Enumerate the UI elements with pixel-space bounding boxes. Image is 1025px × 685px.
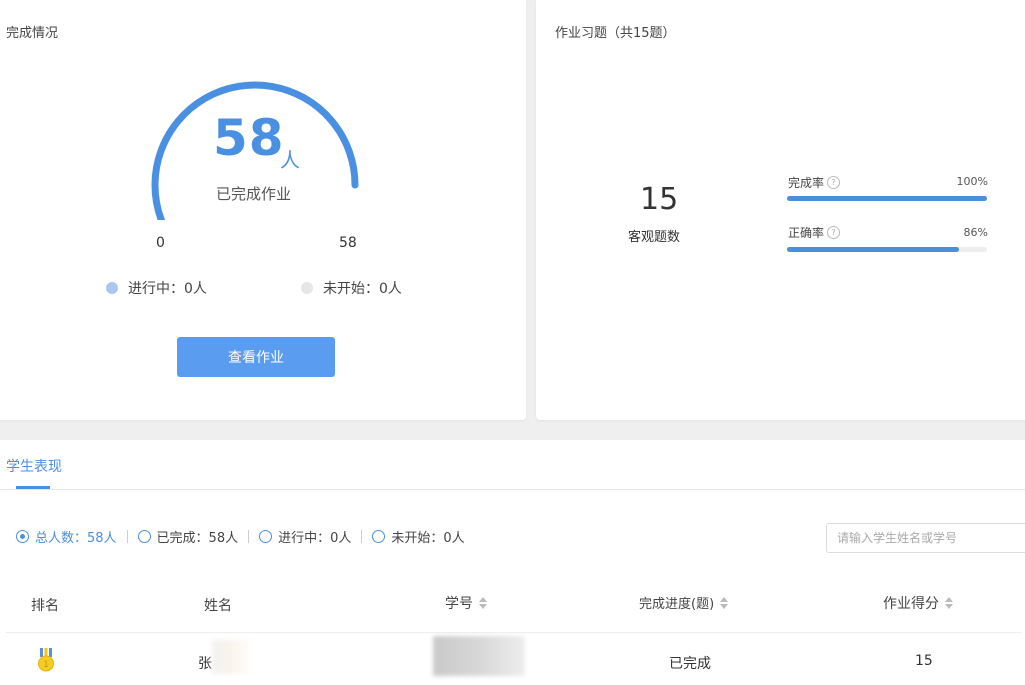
col-progress-label: 完成进度(题) [639,597,715,612]
accuracy-rate-bar-fill [787,247,959,252]
gauge-caption: 已完成作业 [216,185,292,203]
accuracy-rate-label: 正确率 [788,226,825,240]
gauge-max-label: 58 [339,235,357,251]
tab-student-performance[interactable]: 学生表现 [6,456,62,476]
completion-title: 完成情况 [6,26,59,41]
col-score-label: 作业得分 [883,596,939,612]
filter-in-progress[interactable]: 进行中：0人 [259,527,351,546]
status-filter-group: 总人数：58人 已完成：58人 进行中：0人 未开始：0人 [16,527,465,546]
radio-icon[interactable] [372,530,386,543]
accuracy-rate-label-wrap: 正确率 ? [788,224,841,241]
gold-medal-icon: 1 [38,648,54,672]
col-name-label: 姓名 [204,598,232,614]
completed-count: 58 [213,109,285,167]
completion-rate-label-wrap: 完成率 ? [788,174,841,191]
completion-rate-value: 100% [956,175,988,188]
sort-icon[interactable] [720,596,729,609]
filter-not-started[interactable]: 未开始：0人 [372,527,465,546]
completion-rate-label: 完成率 [788,176,825,190]
col-student-id-label: 学号 [445,596,473,612]
student-search-input[interactable] [826,523,1025,553]
filter-total[interactable]: 总人数：58人 [16,527,117,546]
accuracy-rate-value: 86% [963,226,988,239]
accuracy-rate-bar [787,247,987,252]
student-progress: 已完成 [669,656,711,672]
legend-in-progress: 进行中：0人 [106,278,207,298]
help-icon[interactable]: ? [827,226,841,239]
col-name: 姓名 [204,595,232,615]
not-started-dot-icon [301,282,313,294]
sort-icon[interactable] [945,597,953,609]
student-name: 张 [198,656,212,672]
filter-separator [248,530,250,543]
tab-divider [0,489,1025,490]
view-homework-button[interactable]: 查看作业 [177,337,335,377]
sort-icon[interactable] [479,597,487,609]
radio-icon[interactable] [259,530,273,543]
filter-separator [126,530,128,543]
filter-completed[interactable]: 已完成：58人 [137,527,239,546]
filter-separator [361,530,363,543]
radio-checked-icon[interactable] [16,530,29,543]
name-redaction [212,640,254,674]
col-rank-label: 排名 [31,598,59,614]
col-student-id[interactable]: 学号 [445,593,487,613]
in-progress-dot-icon [106,282,118,294]
col-score[interactable]: 作业得分 [883,593,953,613]
svg-text:1: 1 [43,660,49,670]
help-icon[interactable]: ? [827,176,841,189]
col-rank: 排名 [31,595,59,615]
legend-in-progress-label: 进行中：0人 [128,281,207,297]
gauge-min-label: 0 [156,235,165,251]
objective-count: 15 [640,182,679,217]
completed-unit: 人 [280,148,300,172]
legend-not-started: 未开始：0人 [301,278,402,298]
legend-not-started-label: 未开始：0人 [323,281,402,297]
filter-total-label: 总人数：58人 [35,531,117,546]
student-score: 15 [915,653,933,669]
tab-active-indicator [16,486,50,489]
filter-not-started-label: 未开始：0人 [391,531,465,546]
exercises-title: 作业习题（共15题） [555,26,676,41]
filter-completed-label: 已完成：58人 [156,531,239,546]
header-divider [6,632,1021,633]
completion-rate-bar [787,196,987,201]
objective-label: 客观题数 [628,230,681,245]
student-id-redaction [433,636,525,676]
completion-rate-bar-fill [787,196,987,201]
filter-in-progress-label: 进行中：0人 [278,531,352,546]
col-progress[interactable]: 完成进度(题) [639,593,729,612]
exercises-card [536,0,1025,420]
radio-icon[interactable] [137,530,151,543]
